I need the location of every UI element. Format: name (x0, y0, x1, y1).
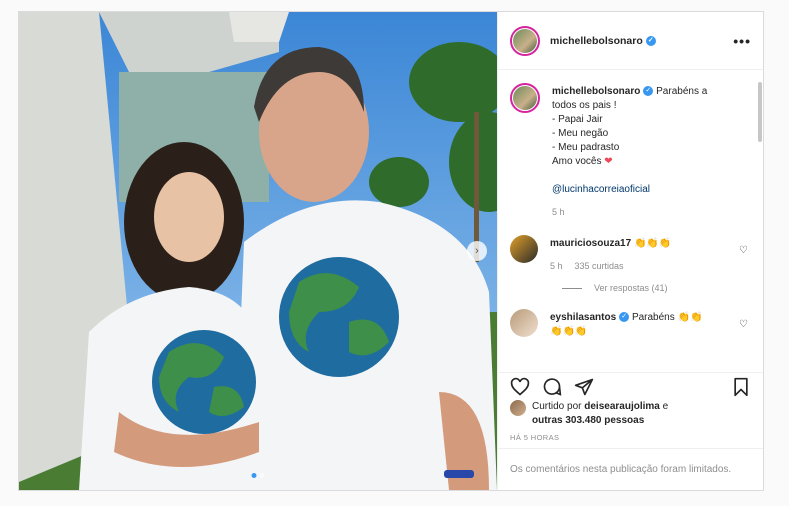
comment-text: Parabéns 👏👏 (631, 312, 703, 323)
caption-line-5: - Meu padrasto (552, 142, 620, 153)
comment-like-heart-icon[interactable]: ♡ (739, 319, 751, 330)
caption-line-3: - Papai Jair (552, 114, 603, 125)
verified-badge-icon: ✓ (619, 312, 630, 323)
share-paper-plane-icon[interactable] (574, 377, 594, 397)
caption-time: 5 h (552, 207, 565, 217)
post-timestamp[interactable]: HÁ 5 HORAS (510, 433, 559, 442)
carousel-dot-2 (259, 473, 265, 478)
likes-prefix: Curtido por (532, 401, 582, 412)
caption-line-1: Parabéns a (656, 86, 708, 97)
post-image (19, 12, 497, 490)
post-modal: › michellebolsonaro ✓ ••• michellebolsona… (18, 11, 764, 491)
view-replies[interactable]: Ver respostas (41) (562, 283, 751, 293)
more-options-icon[interactable]: ••• (733, 33, 751, 49)
comment-time: 5 h (550, 261, 563, 271)
comment: eyshilasantos ✓ Parabéns 👏👏 👏👏👏 ♡ (510, 309, 751, 339)
likes-middle: e (662, 401, 669, 412)
liker-username[interactable]: deisearaujolima (584, 401, 660, 412)
comment-likes[interactable]: 335 curtidas (575, 259, 624, 273)
save-bookmark-icon[interactable] (731, 377, 751, 397)
comment-like-heart-icon[interactable]: ♡ (739, 245, 751, 256)
comment-username[interactable]: mauriciosouza17 (550, 238, 631, 249)
carousel-indicator (251, 473, 265, 478)
caption-line-4: - Meu negão (552, 128, 609, 139)
post-side-panel: michellebolsonaro ✓ ••• michellebolsonaro… (497, 12, 763, 490)
comment: mauriciosouza17 👏👏👏 5 h 335 curtidas ♡ (510, 235, 751, 273)
comments-list: michellebolsonaro ✓ Parabéns a todos os p… (498, 71, 763, 371)
comment-bubble-icon[interactable] (542, 377, 562, 397)
comment-text-line-2: 👏👏👏 (550, 326, 588, 337)
caption-author-avatar[interactable] (510, 83, 540, 113)
likes-summary: Curtido por deisearaujolima e outras 303… (510, 400, 751, 428)
red-heart-emoji-icon: ❤ (604, 156, 613, 167)
mention-link[interactable]: @lucinhacorreiaoficial (552, 183, 751, 197)
caption-username[interactable]: michellebolsonaro (552, 86, 640, 97)
comment-text: 👏👏👏 (633, 238, 672, 249)
post-photo[interactable]: › (19, 12, 497, 490)
comments-limited-notice: Os comentários nesta publicação foram li… (498, 448, 763, 490)
verified-badge-icon: ✓ (645, 35, 656, 46)
next-image-button[interactable]: › (467, 241, 487, 261)
comment-username[interactable]: eyshilasantos (550, 312, 616, 323)
commenter-avatar[interactable] (510, 235, 538, 263)
caption-line-6: Amo vocês ❤ (552, 156, 613, 167)
verified-badge-icon: ✓ (643, 86, 654, 97)
like-heart-icon[interactable] (510, 377, 530, 397)
caption: michellebolsonaro ✓ Parabéns a todos os p… (510, 83, 751, 219)
caption-line-2: todos os pais ! (552, 100, 617, 111)
author-avatar[interactable] (510, 25, 540, 56)
carousel-dot-1 (251, 473, 257, 478)
liker-avatar[interactable] (510, 400, 526, 416)
comments-scrollbar[interactable] (758, 82, 762, 142)
author-username[interactable]: michellebolsonaro ✓ (550, 35, 656, 47)
action-bar (498, 372, 763, 400)
post-header: michellebolsonaro ✓ ••• (498, 12, 763, 70)
likes-others-count[interactable]: outras 303.480 pessoas (532, 414, 668, 428)
commenter-avatar[interactable] (510, 309, 538, 337)
